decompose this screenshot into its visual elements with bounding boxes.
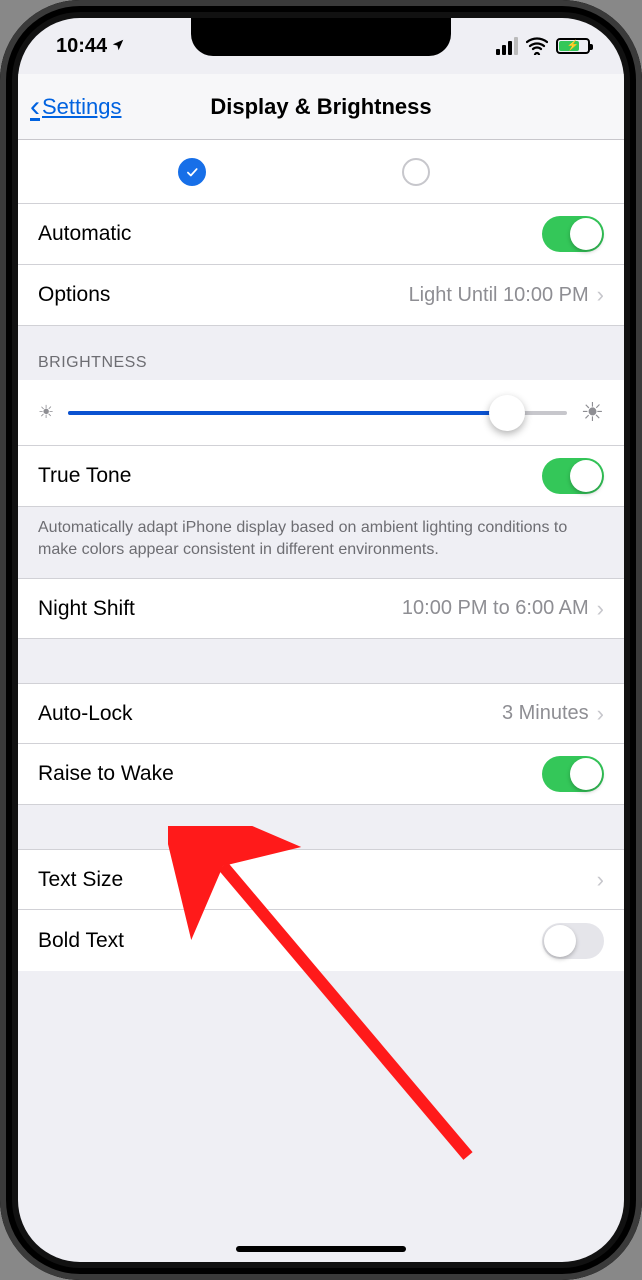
auto-lock-value: 3 Minutes (502, 702, 589, 725)
location-icon (111, 35, 125, 58)
chevron-left-icon: ‹ (30, 90, 40, 124)
notch (191, 18, 451, 56)
auto-lock-label: Auto-Lock (38, 702, 502, 726)
options-value: Light Until 10:00 PM (409, 284, 589, 307)
text-size-row[interactable]: Text Size › (18, 849, 624, 910)
chevron-right-icon: › (597, 867, 604, 893)
status-time: 10:44 (56, 35, 107, 58)
navigation-bar: ‹ Settings Display & Brightness (18, 74, 624, 140)
true-tone-row: True Tone (18, 446, 624, 507)
brightness-slider-thumb[interactable] (489, 395, 525, 431)
raise-to-wake-toggle[interactable] (542, 756, 604, 792)
true-tone-footnote: Automatically adapt iPhone display based… (18, 507, 624, 578)
sun-small-icon: ☀ (38, 402, 54, 423)
chevron-right-icon: › (597, 282, 604, 308)
night-shift-label: Night Shift (38, 597, 402, 621)
screen: 10:44 ⚡ ‹ Settings Display & Brightne (18, 18, 624, 1262)
true-tone-toggle[interactable] (542, 458, 604, 494)
device-frame: 10:44 ⚡ ‹ Settings Display & Brightne (0, 0, 642, 1280)
page-title: Display & Brightness (210, 94, 431, 120)
automatic-toggle[interactable] (542, 216, 604, 252)
brightness-slider-row: ☀ ☀ (18, 380, 624, 446)
automatic-label: Automatic (38, 222, 542, 246)
bold-text-row: Bold Text (18, 910, 624, 971)
battery-icon: ⚡ (556, 38, 590, 54)
cellular-signal-icon (496, 37, 518, 55)
text-size-label: Text Size (38, 868, 597, 892)
brightness-slider[interactable] (68, 411, 567, 415)
night-shift-row[interactable]: Night Shift 10:00 PM to 6:00 AM › (18, 578, 624, 639)
appearance-light-radio[interactable] (178, 158, 206, 186)
back-button[interactable]: ‹ Settings (30, 90, 122, 124)
home-indicator[interactable] (236, 1246, 406, 1252)
chevron-right-icon: › (597, 701, 604, 727)
content-area: Automatic Options Light Until 10:00 PM ›… (18, 140, 624, 1262)
options-label: Options (38, 283, 409, 307)
bold-text-toggle[interactable] (542, 923, 604, 959)
section-gap (18, 805, 624, 849)
sun-large-icon: ☀ (581, 397, 604, 428)
options-row[interactable]: Options Light Until 10:00 PM › (18, 265, 624, 326)
appearance-selection-row (18, 140, 624, 204)
wifi-icon (526, 37, 548, 55)
section-gap (18, 639, 624, 683)
automatic-row: Automatic (18, 204, 624, 265)
raise-to-wake-row: Raise to Wake (18, 744, 624, 805)
night-shift-value: 10:00 PM to 6:00 AM (402, 597, 589, 620)
auto-lock-row[interactable]: Auto-Lock 3 Minutes › (18, 683, 624, 744)
bold-text-label: Bold Text (38, 929, 542, 953)
back-label: Settings (42, 94, 122, 120)
appearance-dark-radio[interactable] (402, 158, 430, 186)
raise-to-wake-label: Raise to Wake (38, 762, 542, 786)
chevron-right-icon: › (597, 596, 604, 622)
true-tone-label: True Tone (38, 464, 542, 488)
brightness-header: BRIGHTNESS (18, 326, 624, 380)
